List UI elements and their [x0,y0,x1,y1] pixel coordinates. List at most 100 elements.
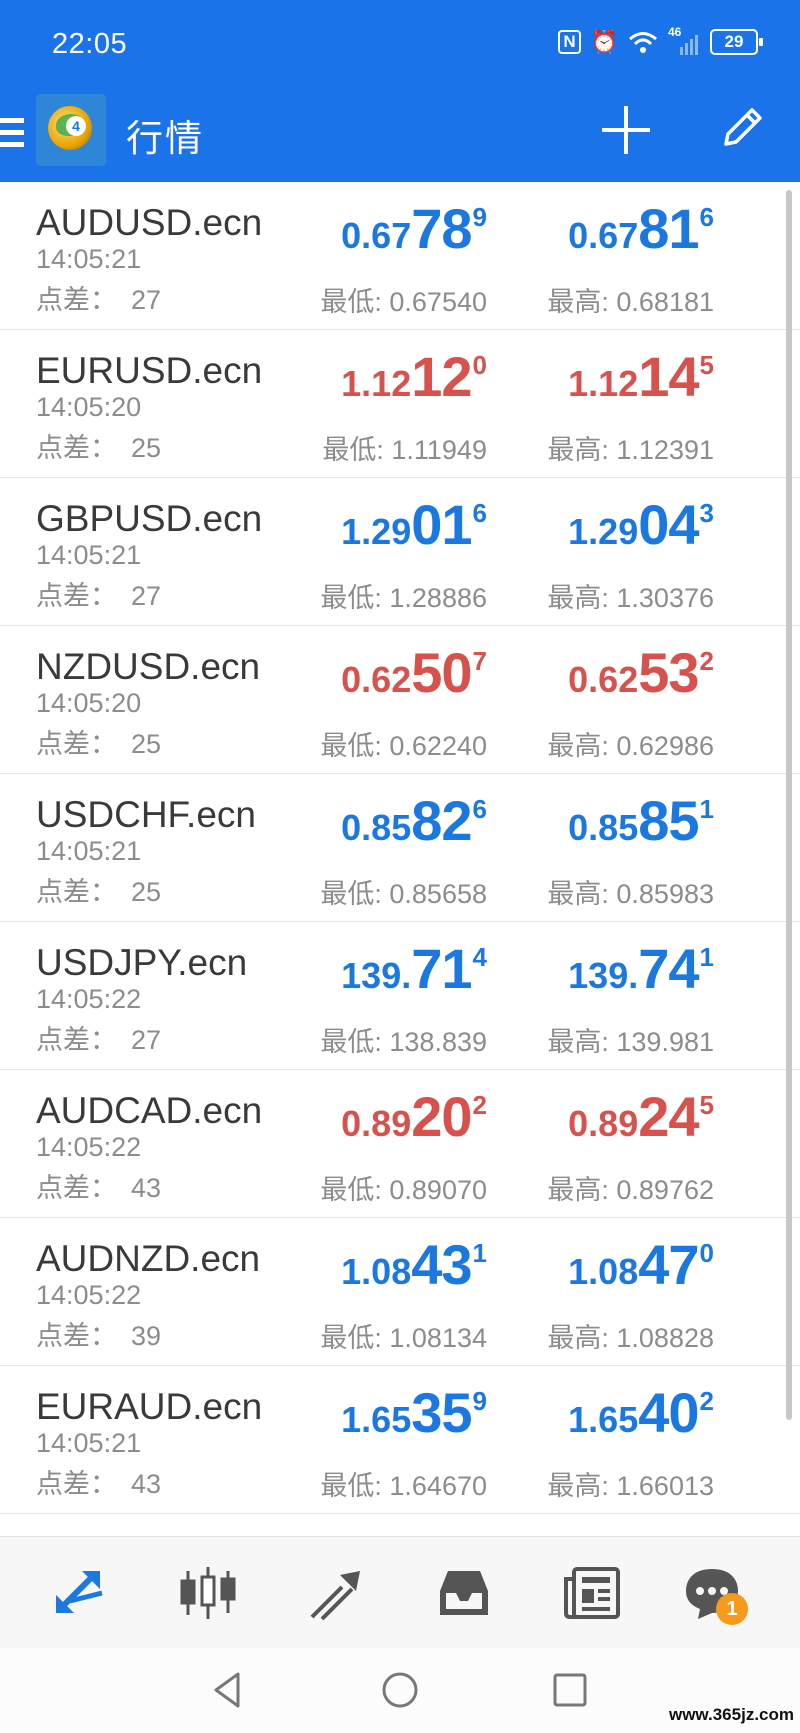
bid-price[interactable]: 1.08431 [341,1232,487,1296]
bid-price-main: 78 [411,197,472,260]
pencil-icon[interactable] [718,102,768,152]
bid-price[interactable]: 1.29016 [341,492,487,556]
ask-price-prefix: 1.65 [568,1399,639,1440]
bid-price[interactable]: 0.62507 [341,640,487,704]
quote-time: 14:05:21 [36,540,142,570]
bid-price-pip: 0 [472,350,487,380]
quote-row[interactable]: AUDCAD.ecn 14:05:22 点差： 43 0.89202 0.8924… [0,1070,800,1218]
spread-text: 点差： 43 [36,1166,161,1205]
spread-label: 点差： [36,729,117,759]
bid-price-pip: 6 [472,794,487,824]
ask-price[interactable]: 1.12145 [568,344,714,408]
ask-price[interactable]: 0.85851 [568,788,714,852]
high-price: 最高: 1.08828 [547,1316,714,1355]
high-price: 最高: 1.12391 [547,428,714,467]
quote-row[interactable]: AUDNZD.ecn 14:05:22 点差： 39 1.08431 1.0847… [0,1218,800,1366]
app-bar: 4 行情 [0,88,800,182]
high-value: 139.981 [616,1027,714,1057]
status-bar: 22:05 N ⏰ 46 29 [0,0,800,88]
battery-icon: 29 [710,29,763,55]
home-icon[interactable] [380,1670,420,1710]
high-value: 0.85983 [616,879,714,909]
low-value: 1.64670 [389,1471,487,1501]
bid-price-pip: 2 [472,1090,487,1120]
status-icons: N ⏰ 46 29 [558,25,763,56]
ask-price[interactable]: 1.08470 [568,1232,714,1296]
high-label: 最高: [547,435,617,465]
ask-price[interactable]: 1.65402 [568,1380,714,1444]
spread-label: 点差： [36,1025,117,1055]
high-value: 1.30376 [616,583,714,613]
bid-price-pip: 6 [472,498,487,528]
quote-time: 14:05:21 [36,836,142,866]
quote-row[interactable]: EURUSD.ecn 14:05:20 点差： 25 1.12120 1.1214… [0,330,800,478]
news-icon[interactable] [562,1563,622,1623]
ask-price-main: 47 [638,1233,699,1296]
ask-price[interactable]: 0.89245 [568,1084,714,1148]
ask-price-pip: 3 [699,498,714,528]
quote-row[interactable]: EURAUD.ecn 14:05:21 点差： 43 1.65359 1.6540… [0,1366,800,1514]
messages-icon[interactable]: 1 [682,1563,748,1625]
quote-row[interactable]: USDCHF.ecn 14:05:21 点差： 25 0.85826 0.8585… [0,774,800,922]
ask-price-prefix: 0.85 [568,807,639,848]
high-price: 最高: 1.66013 [547,1464,714,1503]
low-label: 最低: [320,1471,390,1501]
low-value: 1.08134 [389,1323,487,1353]
low-label: 最低: [320,583,390,613]
bid-price[interactable]: 0.85826 [341,788,487,852]
quote-row[interactable]: USDJPY.ecn 14:05:22 点差： 27 139.714 139.74… [0,922,800,1070]
low-value: 1.11949 [391,435,487,465]
chart-icon[interactable] [178,1563,238,1623]
high-label: 最高: [547,1027,617,1057]
high-label: 最高: [547,731,617,761]
low-price: 最低: 1.64670 [320,1464,487,1503]
hamburger-icon[interactable] [0,118,24,150]
ask-price-prefix: 1.29 [568,511,639,552]
history-icon[interactable] [434,1563,494,1623]
ask-price-main: 74 [638,937,699,1000]
quotes-icon[interactable] [52,1563,112,1623]
quote-row[interactable]: NZDUSD.ecn 14:05:20 点差： 25 0.62507 0.6253… [0,626,800,774]
recents-icon[interactable] [550,1670,590,1710]
spread-value: 25 [131,877,162,907]
scrollbar[interactable] [786,190,792,1420]
high-price: 最高: 0.68181 [547,280,714,319]
quote-row[interactable]: GBPUSD.ecn 14:05:21 点差： 27 1.29016 1.2904… [0,478,800,626]
ask-price-pip: 6 [699,202,714,232]
spread-text: 点差： 43 [36,1462,161,1501]
spread-label: 点差： [36,285,117,315]
bid-price[interactable]: 0.89202 [341,1084,487,1148]
plus-icon[interactable] [600,104,652,156]
ask-price[interactable]: 0.67816 [568,196,714,260]
bid-price[interactable]: 1.65359 [341,1380,487,1444]
message-badge: 1 [716,1593,748,1625]
back-icon[interactable] [208,1670,248,1710]
alarm-icon: ⏰ [590,29,618,54]
ask-price[interactable]: 139.741 [568,936,714,1000]
quote-row[interactable]: AUDUSD.ecn 14:05:21 点差： 27 0.67789 0.6781… [0,182,800,330]
spread-text: 点差： 27 [36,278,161,317]
symbol-name: USDCHF.ecn [36,794,256,835]
spread-value: 43 [131,1173,162,1203]
bid-price-pip: 1 [472,1238,487,1268]
low-label: 最低: [320,1175,390,1205]
spread-value: 39 [131,1321,162,1351]
bid-price[interactable]: 139.714 [341,936,487,1000]
bottom-nav: 1 [0,1536,800,1648]
trade-icon[interactable] [306,1563,366,1623]
ask-price-prefix: 0.89 [568,1103,639,1144]
high-label: 最高: [547,1323,617,1353]
spread-text: 点差： 27 [36,1018,161,1057]
high-label: 最高: [547,287,617,317]
low-value: 1.28886 [389,583,487,613]
bid-price[interactable]: 1.12120 [341,344,487,408]
symbol-name: GBPUSD.ecn [36,498,263,539]
spread-value: 27 [131,1025,162,1055]
ask-price[interactable]: 0.62532 [568,640,714,704]
ask-price[interactable]: 1.29043 [568,492,714,556]
low-price: 最低: 0.85658 [320,872,487,911]
bid-price-prefix: 1.08 [341,1251,412,1292]
ask-price-prefix: 1.12 [568,363,639,404]
bid-price[interactable]: 0.67789 [341,196,487,260]
spread-text: 点差： 27 [36,574,161,613]
